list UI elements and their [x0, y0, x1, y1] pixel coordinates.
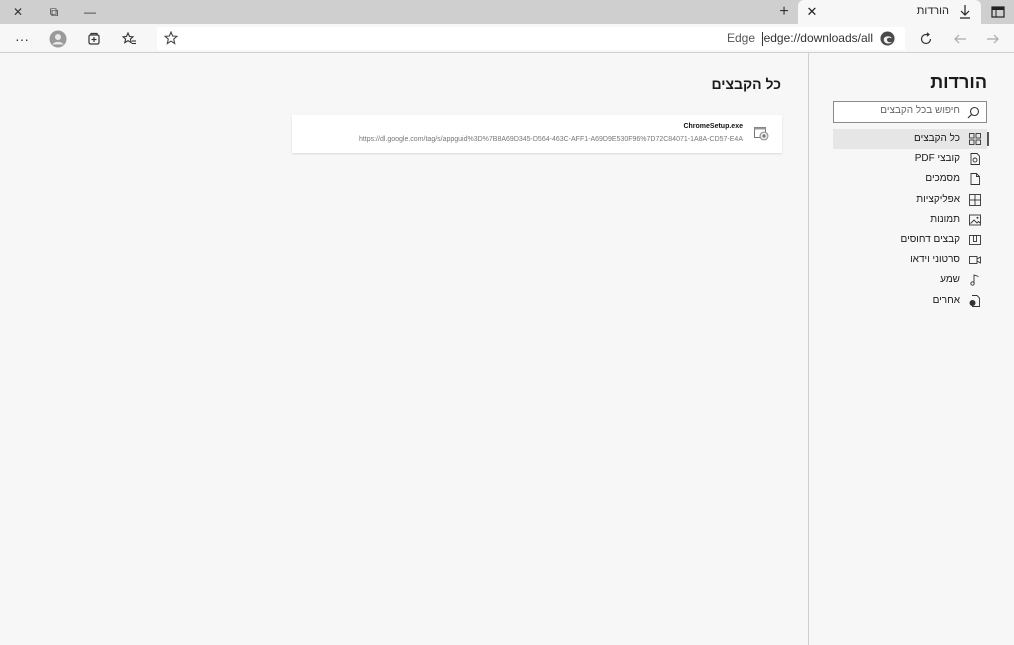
more-button[interactable]: ··· — [11, 28, 33, 50]
sidebar-nav: כל הקבצים קובצי PDF מסמכים אפליקציות תמו… — [833, 129, 989, 311]
sidebar-item-documents[interactable]: מסמכים — [833, 169, 987, 189]
tab-downloads[interactable]: ✕ הורדות — [798, 0, 981, 24]
sidebar-item-label: אפליקציות — [916, 193, 960, 205]
downloads-main: כל הקבצים ChromeSetup.exe https://dl.goo… — [0, 53, 808, 645]
refresh-button[interactable] — [915, 28, 937, 50]
downloads-sidebar: הורדות כל הקבצים קובצי PDF — [808, 53, 1014, 645]
tab-title: הורדות — [916, 5, 949, 17]
pdf-icon — [970, 153, 980, 166]
refresh-icon — [920, 32, 932, 45]
music-icon — [970, 274, 979, 286]
sidebar-item-videos[interactable]: סרטוני וידאו — [833, 250, 987, 270]
star-icon[interactable] — [164, 31, 178, 45]
sidebar-item-other[interactable]: אחרים — [833, 291, 987, 311]
address-brand-label: Edge — [726, 31, 755, 45]
favorites-button[interactable] — [118, 28, 140, 50]
sidebar-item-label: סרטוני וידאו — [910, 254, 960, 266]
close-icon: ✕ — [12, 5, 24, 19]
archive-icon — [969, 234, 981, 245]
exe-file-icon — [754, 127, 769, 141]
browser-toolbar: ··· Edge edge://downloads/all — [0, 24, 1014, 53]
address-bar[interactable]: Edge edge://downloads/all — [157, 27, 905, 50]
avatar-icon — [49, 30, 67, 48]
window-restore-button[interactable]: ⧉ — [36, 0, 72, 24]
more-icon: ··· — [15, 31, 29, 47]
new-tab-button[interactable]: + — [774, 3, 794, 21]
restore-icon: ⧉ — [49, 4, 59, 19]
search-input[interactable] — [840, 105, 960, 116]
search-box[interactable] — [833, 101, 987, 123]
window-minimize-button[interactable]: — — [72, 0, 108, 24]
sidebar-item-label: קובצי PDF — [914, 153, 960, 165]
image-icon — [969, 214, 981, 226]
sidebar-item-apps[interactable]: אפליקציות — [833, 190, 987, 210]
search-icon — [967, 106, 980, 119]
favorites-list-icon — [121, 32, 136, 45]
download-filename[interactable]: ChromeSetup.exe — [683, 123, 743, 130]
profile-button[interactable] — [47, 28, 69, 50]
download-icon — [960, 5, 970, 19]
sidebar-item-label: תמונות — [930, 213, 960, 225]
arrow-right-icon — [987, 34, 999, 44]
minimize-icon: — — [84, 5, 96, 19]
other-file-icon — [969, 294, 980, 307]
sidebar-item-archives[interactable]: קבצים דחוסים — [833, 230, 987, 250]
arrow-left-icon — [954, 34, 966, 44]
back-button[interactable] — [949, 28, 971, 50]
download-url[interactable]: https://dl.google.com/tag/s/appguid%3D%7… — [359, 136, 743, 143]
video-icon — [969, 256, 981, 265]
edge-logo-icon — [880, 31, 895, 46]
sidebar-item-label: אחרים — [932, 294, 960, 306]
window-close-button[interactable]: ✕ — [0, 0, 36, 24]
sidebar-item-label: כל הקבצים — [914, 133, 960, 144]
close-icon: ✕ — [806, 4, 818, 19]
sidebar-item-label: שמע — [940, 274, 960, 286]
forward-button[interactable] — [982, 28, 1004, 50]
grid-icon — [969, 133, 981, 145]
sidebar-item-label: מסמכים — [925, 173, 960, 185]
page-title: כל הקבצים — [711, 76, 782, 92]
address-url[interactable]: edge://downloads/all — [764, 31, 873, 45]
sidebar-title: הורדות — [930, 72, 987, 92]
title-bar: ✕ ⧉ — + ✕ הורדות — [0, 0, 1014, 24]
document-icon — [970, 173, 980, 186]
plus-icon: + — [779, 3, 789, 20]
sidebar-item-images[interactable]: תמונות — [833, 210, 987, 230]
tab-close-button[interactable]: ✕ — [803, 3, 821, 21]
sidebar-item-label: קבצים דחוסים — [900, 233, 960, 245]
collections-button[interactable] — [83, 28, 105, 50]
sidebar-item-all-files[interactable]: כל הקבצים — [833, 129, 989, 149]
tab-actions-icon — [991, 6, 1005, 18]
apps-icon — [969, 193, 981, 206]
sidebar-item-pdf[interactable]: קובצי PDF — [833, 149, 987, 169]
sidebar-item-audio[interactable]: שמע — [833, 270, 987, 290]
collections-icon — [88, 32, 100, 45]
tab-actions-button[interactable] — [986, 2, 1010, 22]
download-item[interactable]: ChromeSetup.exe https://dl.google.com/ta… — [292, 115, 782, 153]
